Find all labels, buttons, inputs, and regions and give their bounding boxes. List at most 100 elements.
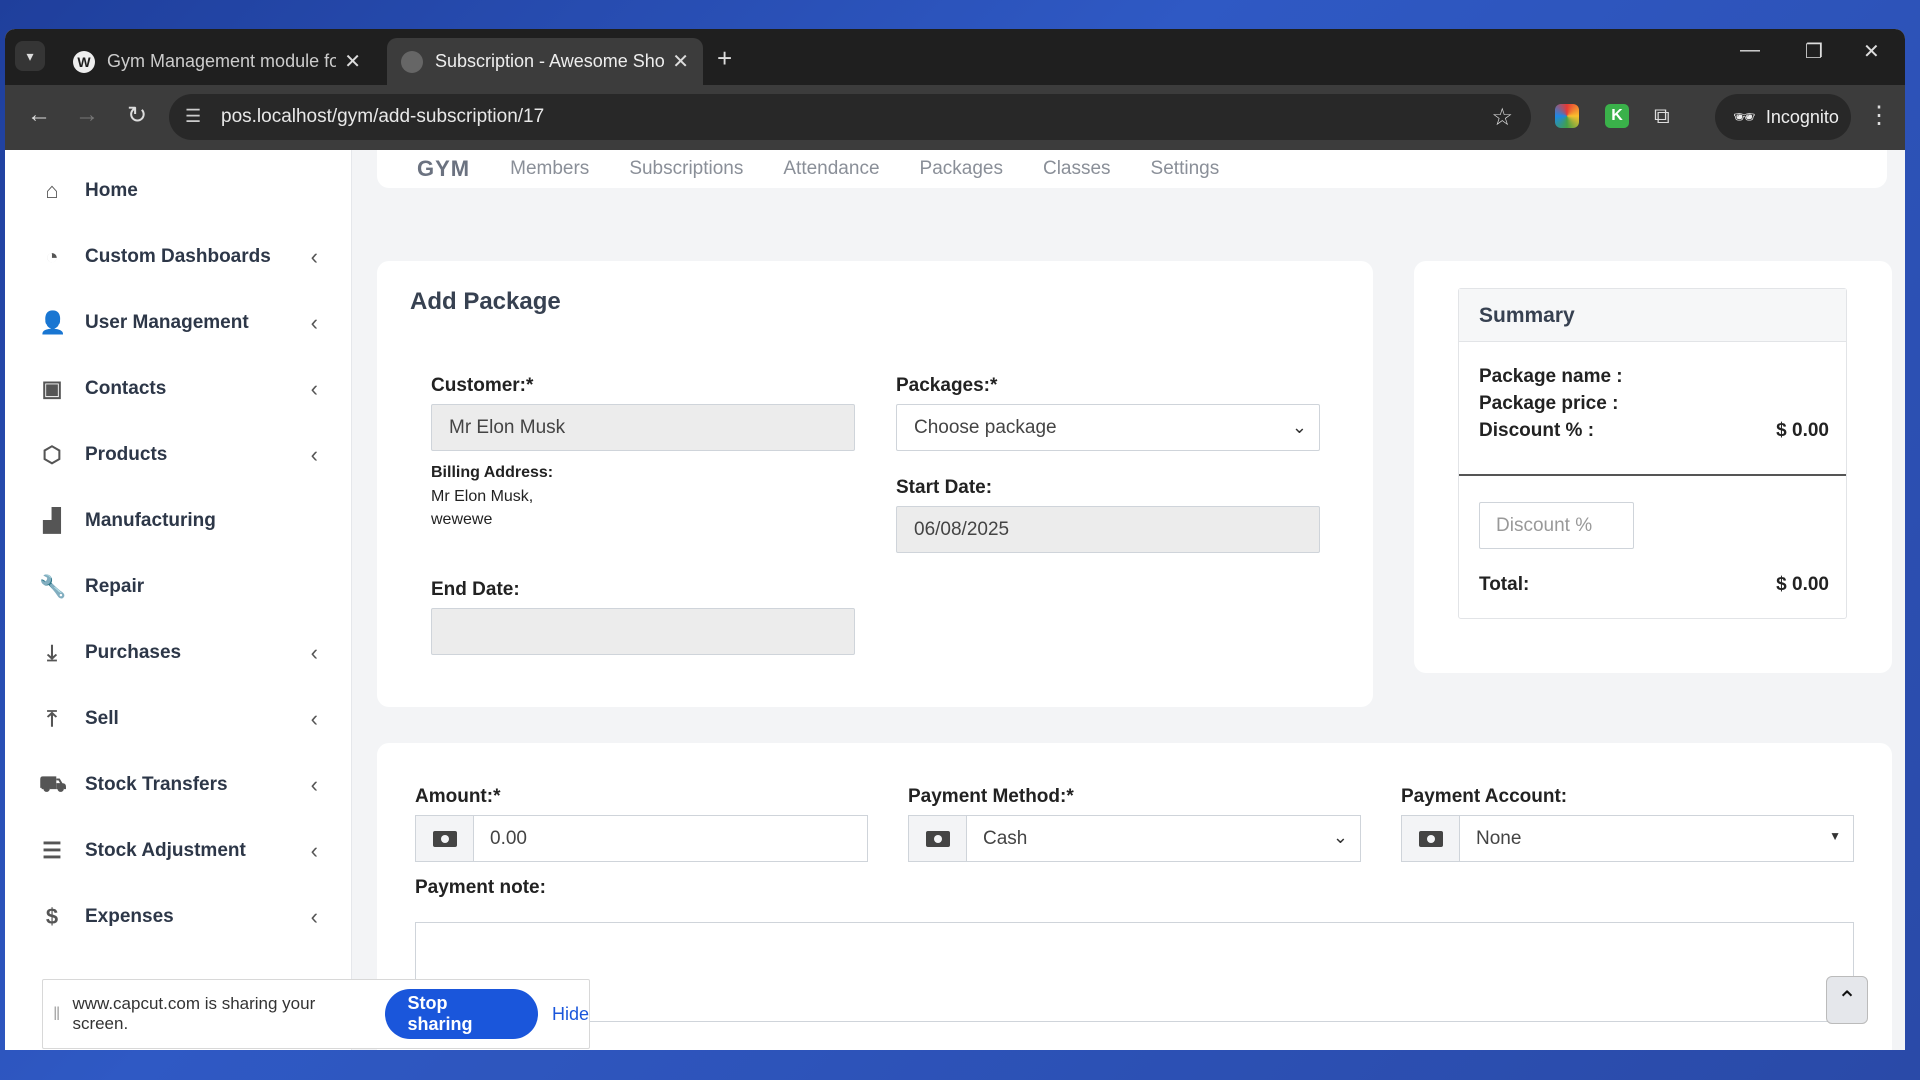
nav-settings[interactable]: Settings [1151, 158, 1220, 180]
sidebar-item-label: Products [85, 444, 168, 465]
sidebar-item-stock-adjustment[interactable]: ☰ Stock Adjustment ‹ [5, 826, 352, 876]
sidebar-item-repair[interactable]: 🔧 Repair [5, 562, 352, 612]
nav-attendance[interactable]: Attendance [783, 158, 879, 180]
money-icon [1402, 816, 1460, 861]
nav-subscriptions[interactable]: Subscriptions [629, 158, 743, 180]
incognito-badge[interactable]: 🕶 Incognito [1715, 94, 1851, 140]
discount-placeholder: Discount % [1496, 514, 1593, 536]
total-label: Total: [1479, 574, 1530, 595]
sidebar-item-home[interactable]: ⌂ Home [5, 166, 352, 216]
gym-brand: GYM [417, 156, 471, 181]
incognito-label: Incognito [1765, 106, 1839, 127]
nav-packages[interactable]: Packages [920, 158, 1003, 180]
sidebar-item-manufacturing[interactable]: ▟ Manufacturing [5, 496, 352, 546]
summary-divider [1459, 474, 1846, 476]
payment-method-value: Cash ⌄ [967, 816, 1360, 861]
globe-icon [401, 50, 423, 73]
discount-row: Discount % : $ 0.00 [1479, 420, 1829, 442]
payment-note-textarea[interactable] [415, 922, 1854, 1022]
customer-label: Customer:* [431, 375, 534, 396]
package-price-row: Package price : [1479, 393, 1829, 415]
sidebar-item-sell[interactable]: ⤒ Sell ‹ [5, 694, 352, 744]
money-icon [909, 816, 967, 861]
chevron-left-icon: ‹ [310, 244, 318, 269]
browser-toolbar: ← → ↻ ☰ pos.localhost/gym/add-subscripti… [5, 85, 1905, 150]
gym-top-nav: GYM Members Subscriptions Attendance Pac… [377, 150, 1887, 188]
tab-search-button[interactable]: ▾ [15, 41, 45, 71]
discount-input[interactable]: Discount % [1479, 502, 1634, 549]
sidebar-item-label: Repair [85, 576, 145, 597]
page-content: ⌂ Home ◔ Custom Dashboards ‹ 👤 User Management… [5, 150, 1905, 1050]
k-extension-icon[interactable]: K [1605, 104, 1629, 128]
back-icon[interactable]: ← [23, 101, 55, 129]
tab-gym-management[interactable]: W Gym Management module for Ultimate ✕ [59, 38, 375, 85]
factory-icon: ▟ [43, 508, 61, 533]
money-icon [416, 816, 474, 861]
payment-method-select[interactable]: Cash ⌄ [908, 815, 1361, 862]
sidebar-item-label: Stock Transfers [85, 774, 228, 795]
site-info-icon[interactable]: ☰ [185, 106, 201, 127]
sidebar-item-contacts[interactable]: ▣ Contacts ‹ [5, 364, 352, 414]
sidebar-item-stock-transfers[interactable]: ⛟ Stock Transfers ‹ [5, 760, 352, 810]
stop-sharing-button[interactable]: Stop sharing [385, 989, 538, 1039]
chevron-left-icon: ‹ [310, 640, 318, 665]
summary-title: Summary [1459, 289, 1846, 342]
tab-subscription[interactable]: Subscription - Awesome Shop ✕ [387, 38, 703, 85]
forward-icon[interactable]: → [71, 101, 103, 129]
minimize-icon[interactable]: — [1740, 39, 1760, 62]
sidebar-item-products[interactable]: ⬡ Products ‹ [5, 430, 352, 480]
sidebar-item-purchases[interactable]: ⤓ Purchases ‹ [5, 628, 352, 678]
payment-account-select[interactable]: None ▼ [1401, 815, 1854, 862]
chevron-left-icon: ‹ [310, 838, 318, 863]
sidebar-item-label: Contacts [85, 378, 167, 399]
close-window-icon[interactable]: ✕ [1863, 39, 1880, 64]
close-tab-icon[interactable]: ✕ [344, 49, 361, 74]
browser-menu-icon[interactable]: ⋮ [1867, 101, 1891, 130]
extensions-puzzle-icon[interactable]: ⧉ [1654, 104, 1678, 128]
address-bar[interactable]: ☰ pos.localhost/gym/add-subscription/17 … [169, 94, 1531, 140]
nav-members[interactable]: Members [510, 158, 589, 180]
share-message: www.capcut.com is sharing your screen. [72, 994, 316, 1033]
package-name-label: Package name : [1479, 366, 1623, 387]
end-date-field[interactable] [431, 608, 855, 655]
new-tab-icon[interactable]: + [717, 43, 732, 74]
caret-down-icon: ▼ [1829, 829, 1841, 843]
close-tab-icon[interactable]: ✕ [672, 49, 689, 74]
payment-account-label: Payment Account: [1401, 786, 1568, 807]
packages-select[interactable]: Choose package ⌄ [896, 404, 1320, 451]
nav-classes[interactable]: Classes [1043, 158, 1111, 180]
url-text: pos.localhost/gym/add-subscription/17 [221, 106, 545, 127]
users-icon: 👤 [39, 310, 67, 335]
sidebar-item-user-management[interactable]: 👤 User Management ‹ [5, 298, 352, 348]
total-value: $ 0.00 [1776, 574, 1829, 595]
add-package-title: Add Package [410, 288, 561, 315]
contacts-icon: ▣ [41, 376, 63, 401]
sidebar-item-custom-dashboards[interactable]: ◔ Custom Dashboards ‹ [5, 232, 352, 282]
bookmark-star-icon[interactable]: ☆ [1491, 103, 1513, 132]
hide-button[interactable]: Hide [552, 1004, 589, 1025]
chevron-left-icon: ‹ [310, 310, 318, 335]
sidebar-item-label: Custom Dashboards [85, 246, 271, 267]
summary-box: Summary Package name : Package price : D… [1458, 288, 1847, 619]
sidebar-item-expenses[interactable]: $ Expenses ‹ [5, 892, 352, 942]
drag-handle-icon[interactable]: ‖ [53, 1004, 60, 1025]
discount-value: $ 0.00 [1776, 420, 1829, 441]
packages-label: Packages:* [896, 375, 998, 396]
start-date-label: Start Date: [896, 477, 993, 498]
reload-icon[interactable]: ↻ [121, 101, 153, 130]
chevron-left-icon: ‹ [310, 442, 318, 467]
billing-line-2: wewewe [431, 511, 493, 528]
sidebar-item-label: Purchases [85, 642, 182, 663]
scroll-to-top-button[interactable]: ⌃ [1826, 976, 1868, 1024]
screen-share-bar: ‖ www.capcut.com is sharing your screen.… [42, 979, 590, 1049]
sidebar-item-label: Expenses [85, 906, 174, 927]
payment-account-value: None ▼ [1460, 816, 1853, 861]
add-package-card: Add Package Customer:* Mr Elon Musk Pack… [377, 261, 1373, 707]
customer-field[interactable]: Mr Elon Musk [431, 404, 855, 451]
color-extension-icon[interactable] [1555, 104, 1579, 128]
tab-title: Gym Management module for Ultimate [107, 51, 337, 71]
amount-input[interactable]: 0.00 [415, 815, 868, 862]
sidebar-item-label: User Management [85, 312, 249, 333]
start-date-field[interactable]: 06/08/2025 [896, 506, 1320, 553]
restore-icon[interactable]: ❐ [1805, 39, 1823, 64]
